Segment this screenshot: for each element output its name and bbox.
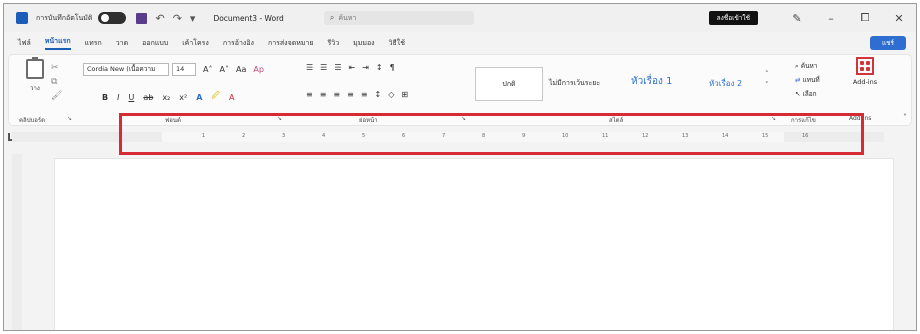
search-input[interactable]: ⌕ ค้นหา — [323, 11, 474, 25]
line-spacing-icon[interactable]: ↕ — [375, 90, 382, 99]
font-row-1: Cordia New (เนื้อความ 14 A˄ A˅ Aa Ap — [83, 63, 264, 76]
title-bar: การบันทึกอัตโนมัติ ↶ ↷ ▾ Document3 - Wor… — [4, 4, 916, 32]
format-painter-icon[interactable]: 🖌 — [51, 89, 63, 103]
sign-in-button[interactable]: ลงชื่อเข้าใช้ — [708, 11, 758, 25]
paste-label: วาง — [30, 85, 40, 92]
tab-help[interactable]: วิธีใช้ — [389, 38, 405, 49]
superscript-button[interactable]: x² — [179, 93, 187, 102]
clear-formatting-icon[interactable]: Ap — [253, 65, 264, 74]
cut-icon[interactable]: ✂ — [51, 61, 63, 75]
collapse-ribbon-icon[interactable]: ˅ — [903, 113, 907, 122]
decrease-indent-icon[interactable]: ⇤ — [349, 63, 356, 72]
style-normal[interactable]: ปกติ — [475, 67, 543, 101]
chevron-up-icon[interactable]: ˄ — [765, 69, 769, 80]
pen-icon[interactable]: ✎ — [780, 12, 814, 25]
font-row-2: B I U ab x₂ x² A 🖉 A — [93, 90, 234, 104]
document-title: Document3 - Word — [213, 13, 284, 23]
minimize-button[interactable]: – — [814, 12, 848, 25]
vertical-ruler[interactable] — [12, 154, 22, 330]
cursor-icon: ↖ — [795, 90, 803, 98]
align-left-icon[interactable]: ≡ — [306, 90, 313, 99]
paste-button[interactable]: วาง — [23, 57, 47, 93]
autosave-label: การบันทึกอัตโนมัติ — [36, 13, 93, 22]
shading-icon[interactable]: ◇ — [388, 90, 394, 99]
grow-font-icon[interactable]: A˄ — [203, 65, 212, 74]
chevron-down-icon[interactable]: ˅ — [765, 80, 769, 91]
redo-icon[interactable]: ↷ — [173, 12, 182, 25]
tab-home[interactable]: หน้าแรก — [44, 36, 71, 50]
autosave-toggle[interactable] — [98, 12, 127, 24]
addins-button[interactable]: Add-ins — [845, 57, 885, 86]
word-window: การบันทึกอัตโนมัติ ↶ ↷ ▾ Document3 - Wor… — [3, 3, 917, 331]
tab-file[interactable]: ไฟล์ — [18, 38, 31, 49]
center-icon[interactable]: ≡ — [320, 90, 327, 99]
font-name-select[interactable]: Cordia New (เนื้อความ — [83, 63, 169, 76]
maximize-button[interactable]: ⧠ — [848, 11, 882, 25]
multilevel-list-icon[interactable]: ☰ — [334, 63, 341, 72]
distributed-icon[interactable]: ≡ — [361, 90, 368, 99]
font-color-icon[interactable]: A — [229, 93, 234, 102]
clipboard-icon — [26, 57, 44, 79]
font-size-select[interactable]: 14 — [172, 63, 196, 76]
tab-draw[interactable]: วาด — [116, 38, 128, 49]
ribbon-tabs: ไฟล์ หน้าแรก แทรก วาด ออกแบบ เค้าโครง กา… — [4, 34, 916, 52]
sort-icon[interactable]: ↕ — [376, 63, 383, 72]
find-label: ค้นหา — [800, 62, 818, 70]
paragraph-row-2: ≡ ≡ ≡ ≡ ≡ ↕ ◇ ⊞ — [299, 90, 408, 99]
increase-indent-icon[interactable]: ⇥ — [362, 63, 369, 72]
tab-insert[interactable]: แทรก — [85, 38, 102, 49]
strikethrough-button[interactable]: ab — [143, 93, 153, 102]
share-button[interactable]: แชร์ — [870, 36, 906, 50]
document-page[interactable] — [54, 158, 894, 330]
group-label-clipboard: คลิปบอร์ด — [19, 117, 46, 124]
close-button[interactable]: ✕ — [882, 12, 916, 25]
style-no-spacing[interactable]: ไม่มีการเว้นระยะ — [549, 78, 600, 89]
numbering-icon[interactable]: ☰ — [320, 63, 327, 72]
paragraph-row-1: ☰ ☰ ☰ ⇤ ⇥ ↕ ¶ — [299, 63, 395, 72]
show-marks-icon[interactable]: ¶ — [390, 63, 395, 72]
highlight-color-icon[interactable]: 🖉 — [211, 90, 220, 104]
align-right-icon[interactable]: ≡ — [333, 90, 340, 99]
change-case-icon[interactable]: Aa — [236, 65, 246, 74]
italic-button[interactable]: I — [117, 93, 119, 102]
tab-review[interactable]: รีวิว — [328, 38, 340, 49]
clipboard-launcher-icon[interactable]: ↘ — [67, 115, 72, 122]
styles-scroll[interactable]: ˄ ˅ — [765, 69, 769, 91]
text-effects-icon[interactable]: A — [196, 93, 202, 102]
tab-layout[interactable]: เค้าโครง — [182, 38, 209, 49]
replace-button[interactable]: ⇄ แทนที่ — [795, 73, 820, 87]
copy-icon[interactable]: ⧉ — [51, 75, 63, 89]
shrink-font-icon[interactable]: A˅ — [219, 65, 228, 74]
customize-quick-access-icon[interactable]: ▾ — [190, 12, 196, 25]
replace-label: แทนที่ — [802, 76, 820, 84]
replace-icon: ⇄ — [795, 76, 803, 84]
select-label: เลือก — [802, 90, 817, 98]
tab-view[interactable]: มุมมอง — [353, 38, 374, 49]
borders-icon[interactable]: ⊞ — [401, 90, 408, 99]
addins-icon — [856, 57, 874, 75]
tab-references[interactable]: การอ้างอิง — [223, 38, 254, 49]
subscript-button[interactable]: x₂ — [162, 93, 170, 102]
clipboard-actions: ✂ ⧉ 🖌 — [51, 61, 63, 103]
search-placeholder: ค้นหา — [338, 13, 357, 22]
search-icon: ⌕ — [329, 13, 335, 22]
bold-button[interactable]: B — [102, 93, 108, 102]
editing-group: ⌕ ค้นหา ⇄ แทนที่ ↖ เลือก — [795, 59, 820, 101]
underline-button[interactable]: U — [128, 93, 134, 102]
justify-icon[interactable]: ≡ — [347, 90, 354, 99]
tab-design[interactable]: ออกแบบ — [142, 38, 168, 49]
select-button[interactable]: ↖ เลือก — [795, 87, 820, 101]
addins-label: Add-ins — [852, 78, 878, 86]
highlight-box — [119, 113, 864, 155]
bullets-icon[interactable]: ☰ — [306, 63, 313, 72]
style-heading-1[interactable]: หัวเรื่อง 1 — [631, 74, 672, 89]
undo-icon[interactable]: ↶ — [155, 12, 164, 25]
word-logo-icon — [16, 12, 28, 24]
save-icon[interactable] — [136, 12, 148, 24]
find-button[interactable]: ⌕ ค้นหา — [795, 59, 820, 73]
tab-mailings[interactable]: การส่งจดหมาย — [268, 38, 314, 49]
style-heading-2[interactable]: หัวเรื่อง 2 — [709, 77, 742, 90]
